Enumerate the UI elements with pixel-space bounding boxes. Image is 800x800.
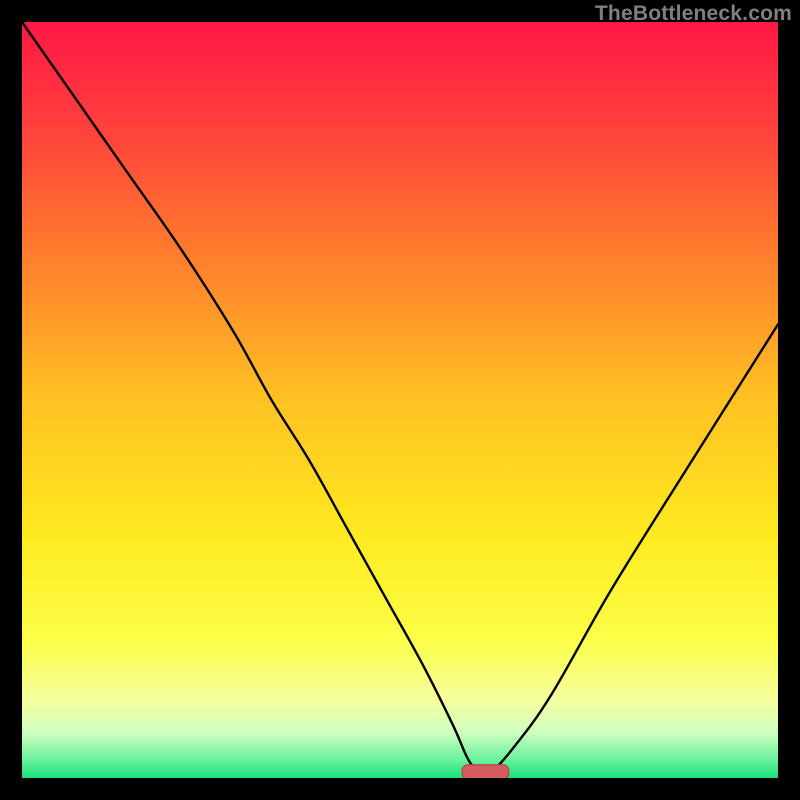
sweet-spot-marker bbox=[22, 22, 778, 778]
watermark-text: TheBottleneck.com bbox=[595, 2, 792, 26]
figure-root: TheBottleneck.com bbox=[0, 0, 800, 800]
plot-area bbox=[22, 22, 778, 778]
